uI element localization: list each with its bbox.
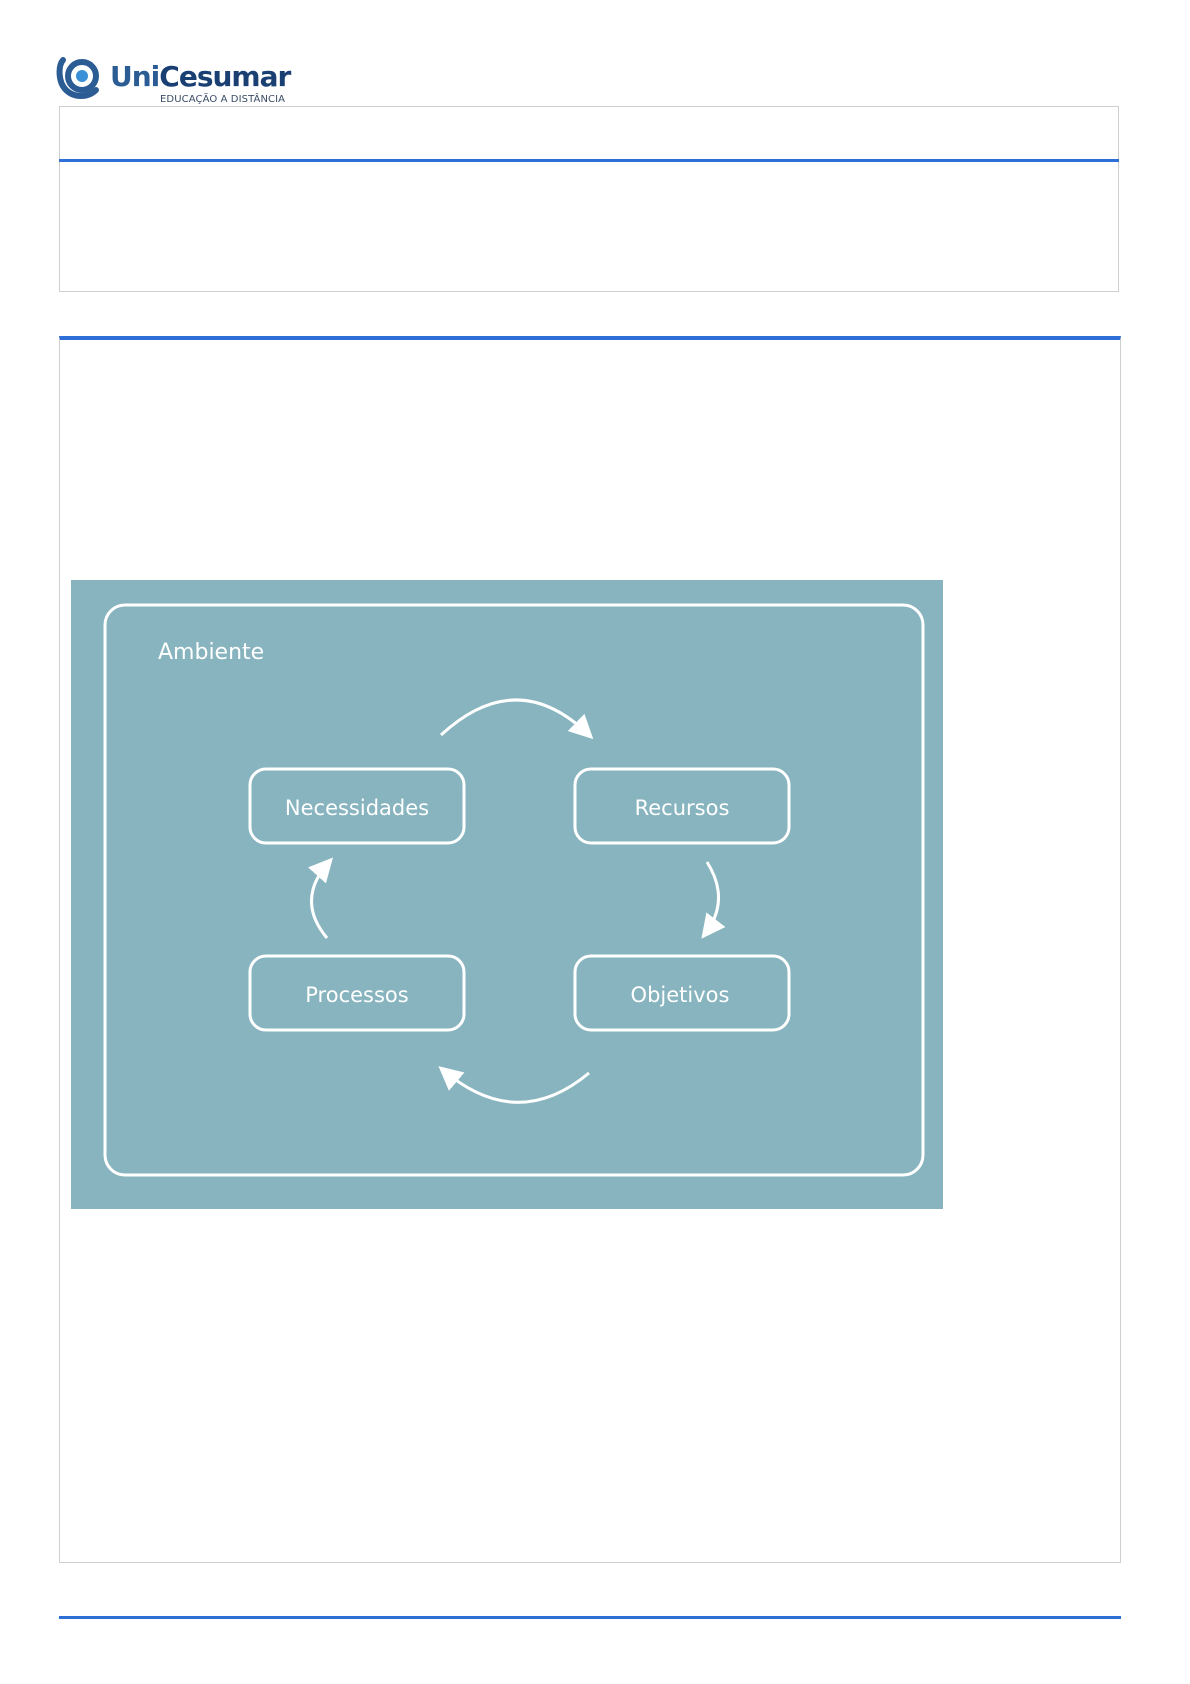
node-processos-label: Processos	[305, 983, 408, 1007]
arrow-recursos-to-objetivos	[701, 861, 726, 939]
logo-wordmark: UniCesumar	[110, 60, 291, 93]
node-recursos-label: Recursos	[635, 796, 730, 820]
ambiente-label: Ambiente	[158, 640, 264, 665]
arrow-necessidades-to-recursos	[439, 698, 594, 740]
diagram-canvas: Ambiente Necessidades Recursos Processos…	[103, 603, 925, 1177]
footer-divider	[59, 1616, 1121, 1619]
node-necessidades-label: Necessidades	[285, 796, 429, 820]
unicesumar-logo-icon	[56, 57, 99, 99]
node-objetivos-label: Objetivos	[631, 983, 730, 1007]
node-objetivos: Objetivos	[573, 954, 791, 1032]
arrow-objetivos-to-processos	[438, 1066, 590, 1104]
node-processos: Processos	[248, 954, 466, 1032]
arrow-processos-to-necessidades	[308, 857, 333, 939]
ambiente-cycle-diagram: Ambiente Necessidades Recursos Processos…	[71, 580, 943, 1209]
logo-tagline: EDUCAÇÃO A DISTÂNCIA	[160, 94, 286, 105]
node-recursos: Recursos	[573, 767, 791, 845]
node-necessidades: Necessidades	[248, 767, 466, 845]
ambiente-frame	[103, 603, 925, 1177]
header-box-divider	[59, 159, 1119, 162]
header-box	[59, 106, 1119, 292]
unicesumar-logo: UniCesumar EDUCAÇÃO A DISTÂNCIA	[56, 56, 296, 108]
